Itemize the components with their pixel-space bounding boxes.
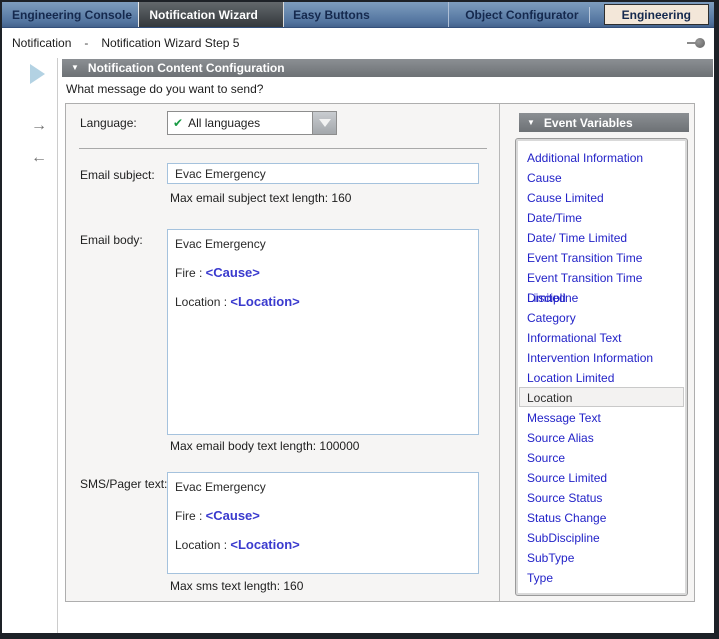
event-variable-item[interactable]: Date/Time [519, 207, 684, 227]
message-form: Language: ✔ All languages Email subject:… [66, 104, 500, 601]
section-title: Notification Content Configuration [88, 61, 285, 75]
event-variable-item[interactable]: Category [519, 307, 684, 327]
wizard-question: What message do you want to send? [66, 82, 263, 96]
email-subject-input[interactable] [167, 163, 479, 184]
breadcrumb-separator: - [84, 36, 88, 50]
sms-pager-textarea[interactable]: Evac Emergency Fire : <Cause> Location :… [167, 472, 479, 574]
body-text: Fire : [175, 509, 206, 523]
event-variables-title: Event Variables [544, 116, 633, 130]
breadcrumb-current: Notification Wizard Step 5 [101, 36, 239, 50]
event-variable-item[interactable]: Cause [519, 167, 684, 187]
variable-token: <Cause> [206, 508, 260, 523]
pin-icon[interactable] [687, 38, 705, 48]
event-variable-item[interactable]: Type [519, 567, 684, 587]
event-variable-item[interactable]: Informational Text [519, 327, 684, 347]
engineering-mode-button[interactable]: Engineering [604, 4, 709, 25]
tab-separator [589, 7, 590, 23]
section-header-notification-content[interactable]: ▼ Notification Content Configuration [62, 59, 713, 77]
left-toolbar: → ← [2, 58, 58, 633]
content-container: Language: ✔ All languages Email subject:… [65, 103, 695, 602]
email-subject-label: Email subject: [80, 168, 155, 182]
sms-pager-label: SMS/Pager text: [80, 477, 167, 491]
forward-arrow-icon[interactable]: → [27, 118, 51, 134]
body-text: Location : [175, 538, 230, 552]
body-text: Location : [175, 295, 230, 309]
variable-token: <Cause> [206, 265, 260, 280]
event-variable-item[interactable]: Date/ Time Limited [519, 227, 684, 247]
email-body-label: Email body: [80, 233, 143, 247]
chevron-down-icon [319, 119, 331, 127]
event-variable-item[interactable]: Location [519, 387, 684, 407]
event-variable-item[interactable]: Source [519, 447, 684, 467]
event-variable-item[interactable]: Discipline [519, 287, 684, 307]
event-variable-item[interactable]: Source Status [519, 487, 684, 507]
dropdown-arrow-button[interactable] [312, 112, 336, 134]
tab-easy-buttons[interactable]: Easy Buttons [284, 2, 448, 27]
body-text: Fire : [175, 266, 206, 280]
separator-line [79, 148, 487, 149]
window-frame [714, 60, 719, 639]
variable-token: <Location> [230, 537, 299, 552]
tab-object-configurator[interactable]: Object Configurator [448, 2, 589, 27]
event-variable-item[interactable]: Source Alias [519, 427, 684, 447]
event-variable-item[interactable]: Event Transition Time [519, 247, 684, 267]
event-variables-panel: ▼ Event Variables Additional Information… [499, 104, 694, 601]
breadcrumb-root: Notification [12, 36, 71, 50]
event-variable-item[interactable]: Status Change [519, 507, 684, 527]
event-variable-item[interactable]: Message Text [519, 407, 684, 427]
event-variable-item[interactable]: Intervention Information [519, 347, 684, 367]
event-variable-item[interactable]: Source Limited [519, 467, 684, 487]
event-variable-item[interactable]: Cause Limited [519, 187, 684, 207]
variable-token: <Location> [230, 294, 299, 309]
event-variable-item[interactable]: Additional Information [519, 147, 684, 167]
sms-hint: Max sms text length: 160 [170, 579, 303, 593]
check-icon: ✔ [173, 116, 183, 130]
body-text: Evac Emergency [175, 480, 266, 494]
collapse-triangle-icon[interactable]: ▼ [527, 119, 535, 127]
application-window: Engineering ConsoleNotification WizardEa… [0, 0, 719, 639]
collapse-triangle-icon[interactable]: ▼ [71, 64, 79, 72]
play-icon[interactable] [30, 64, 45, 84]
language-label: Language: [80, 116, 137, 130]
email-subject-hint: Max email subject text length: 160 [170, 191, 351, 205]
breadcrumb: Notification - Notification Wizard Step … [2, 28, 714, 58]
event-variables-header[interactable]: ▼ Event Variables [519, 113, 689, 132]
language-dropdown-value: All languages [188, 116, 260, 130]
event-variable-item[interactable]: Location Limited [519, 367, 684, 387]
back-arrow-icon[interactable]: ← [27, 150, 51, 166]
email-body-textarea[interactable]: Evac Emergency Fire : <Cause> Location :… [167, 229, 479, 435]
event-variable-item[interactable]: SubType [519, 547, 684, 567]
email-body-hint: Max email body text length: 100000 [170, 439, 359, 453]
body-text: Evac Emergency [175, 237, 266, 251]
tab-notification-wizard[interactable]: Notification Wizard [138, 2, 284, 27]
event-variables-list: Additional InformationCauseCause Limited… [515, 138, 688, 596]
language-dropdown[interactable]: ✔ All languages [167, 111, 337, 135]
tab-engineering-console[interactable]: Engineering Console [2, 2, 138, 27]
event-variable-item[interactable]: Event Transition Time Limited [519, 267, 684, 287]
tab-strip: Engineering ConsoleNotification WizardEa… [2, 2, 714, 28]
event-variable-item[interactable]: SubDiscipline [519, 527, 684, 547]
